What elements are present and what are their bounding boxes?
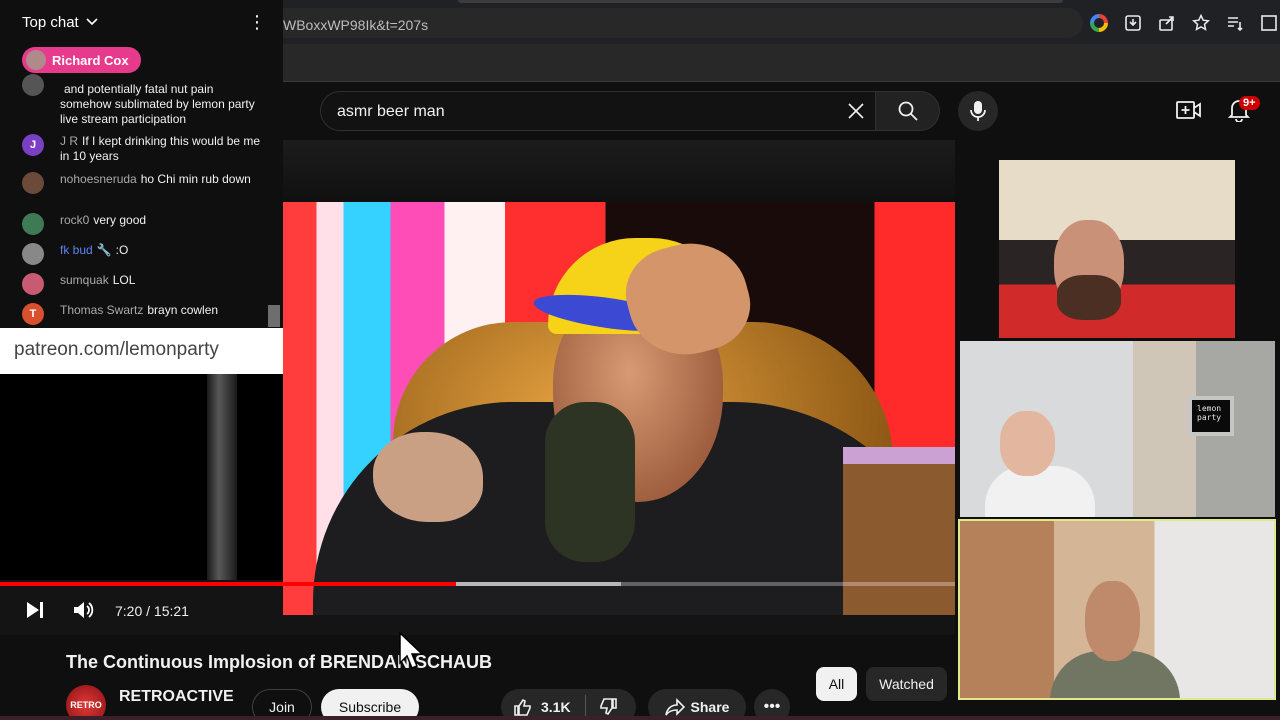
thumbs-up-icon	[514, 698, 531, 716]
channel-name[interactable]: RETROACTIVE	[119, 688, 234, 706]
avatar[interactable]	[22, 243, 44, 265]
webcam-3	[958, 519, 1276, 700]
reading-list-icon[interactable]	[1224, 12, 1246, 34]
chat-message-body: and potentially fatal nut pain somehow s…	[22, 82, 262, 127]
chat-text: :O	[115, 243, 129, 257]
channel-avatar[interactable]: RETRO	[66, 685, 106, 720]
chat-message: rock0 very good	[22, 213, 262, 235]
youtube-header: asmr beer man 9+	[283, 82, 1280, 138]
progress-bar[interactable]	[0, 582, 955, 586]
avatar[interactable]	[22, 273, 44, 295]
avatar[interactable]	[22, 213, 44, 235]
chat-author[interactable]: rock0	[60, 213, 89, 227]
chat-text: and potentially fatal nut pain somehow s…	[60, 82, 255, 126]
chat-mode-label: Top chat	[22, 14, 79, 31]
chat-message-body: J R If I kept drinking this would be me i…	[22, 134, 262, 164]
clear-search-icon[interactable]	[841, 96, 871, 126]
chat-message: T Thomas Swartz brayn cowlen	[22, 303, 262, 325]
webcam-1	[999, 160, 1235, 338]
chat-text: LOL	[112, 273, 136, 287]
player-controls: 7:20 / 15:21	[0, 590, 283, 630]
video-frame[interactable]	[283, 202, 955, 615]
pinned-donor-chip[interactable]: Richard Cox	[22, 47, 141, 73]
bottom-edge	[0, 716, 1280, 720]
chat-message-body: rock0 very good	[22, 213, 262, 228]
volume-button[interactable]	[72, 598, 96, 622]
bookmark-star-icon[interactable]	[1190, 12, 1212, 34]
chip-watched[interactable]: Watched	[866, 667, 947, 701]
pinned-donor-name: Richard Cox	[52, 52, 129, 68]
time-display: 7:20 / 15:21	[115, 603, 189, 619]
search-input[interactable]: asmr beer man	[320, 91, 876, 131]
chat-text: very good	[93, 213, 147, 227]
search-icon	[898, 101, 918, 121]
dislike-button[interactable]	[586, 697, 618, 717]
chat-author[interactable]: nohoesneruda	[60, 172, 137, 186]
chat-author[interactable]: Thomas Swartz	[60, 303, 143, 317]
share-arrow-icon	[664, 698, 685, 716]
chat-message-body: sumquak LOL	[22, 273, 262, 288]
chat-message: sumquak LOL	[22, 273, 262, 295]
search-query[interactable]: asmr beer man	[337, 103, 445, 121]
chat-author[interactable]: J R	[60, 134, 78, 148]
share-label: Share	[690, 699, 730, 715]
voice-search-button[interactable]	[958, 91, 998, 131]
bookmarks-bar	[283, 44, 1280, 82]
progress-played	[0, 582, 457, 586]
avatar[interactable]	[22, 172, 44, 194]
chat-message: and potentially fatal nut pain somehow s…	[22, 74, 262, 127]
share-page-icon[interactable]	[1156, 12, 1178, 34]
chat-author[interactable]: sumquak	[60, 273, 109, 287]
create-video-button[interactable]	[1175, 96, 1203, 124]
side-panel-icon[interactable]	[1258, 12, 1280, 34]
video-left-area	[0, 374, 283, 580]
chat-author[interactable]: fk bud	[60, 243, 93, 257]
webcam-2: lemon party	[960, 341, 1275, 517]
chat-more-icon[interactable]: ⋮	[248, 12, 266, 33]
tab-strip	[458, 0, 1063, 3]
browser-toolbar: WBoxxWP98Ik&t=207s	[283, 0, 1280, 44]
chat-mode-dropdown[interactable]: Top chat	[22, 14, 98, 31]
chat-header: Top chat ⋮	[0, 0, 283, 44]
chat-message-body: Thomas Swartz brayn cowlen	[22, 303, 262, 318]
avatar[interactable]: T	[22, 303, 44, 325]
wrench-icon: 🔧	[96, 243, 112, 257]
chat-message-body: fk bud 🔧:O	[22, 243, 262, 258]
video-plus-icon	[1176, 101, 1201, 119]
patreon-banner: patreon.com/lemonparty	[0, 328, 283, 374]
avatar	[26, 50, 46, 70]
search-button[interactable]	[876, 91, 940, 131]
avatar[interactable]: J	[22, 134, 44, 156]
microphone-icon	[970, 101, 986, 121]
chat-message: JJ R If I kept drinking this would be me …	[22, 134, 262, 164]
video-frame-top	[283, 140, 955, 202]
screen: WBoxxWP98Ik&t=207s asmr beer man 9+ lemo…	[0, 0, 1280, 720]
browser-actions	[1088, 12, 1280, 34]
address-text[interactable]: WBoxxWP98Ik&t=207s	[283, 17, 428, 33]
mouse-cursor-icon	[399, 632, 424, 669]
volume-icon	[74, 602, 94, 618]
google-icon[interactable]	[1088, 12, 1110, 34]
chat-message: fk bud 🔧:O	[22, 243, 262, 265]
chat-text: If I kept drinking this would be me in 1…	[60, 134, 261, 163]
notification-badge: 9+	[1239, 96, 1260, 110]
monitor-screen-text: lemon party	[1188, 396, 1234, 436]
like-count: 3.1K	[541, 699, 571, 715]
install-icon[interactable]	[1122, 12, 1144, 34]
thumbs-down-icon	[599, 698, 617, 716]
avatar[interactable]	[22, 74, 44, 96]
next-button[interactable]	[24, 598, 48, 622]
skip-next-icon	[27, 602, 43, 618]
chip-all[interactable]: All	[816, 667, 857, 701]
chat-message-body: nohoesneruda ho Chi min rub down	[22, 172, 262, 187]
chat-message: nohoesneruda ho Chi min rub down	[22, 172, 262, 194]
chat-text: ho Chi min rub down	[140, 172, 251, 186]
video-title: The Continuous Implosion of BRENDAN SCHA…	[66, 652, 492, 672]
chat-text: brayn cowlen	[147, 303, 219, 317]
live-chat-panel: Top chat ⋮ Richard Cox and potentially f…	[0, 0, 283, 328]
chat-scrollbar[interactable]	[268, 305, 280, 327]
chevron-down-icon	[86, 18, 98, 26]
